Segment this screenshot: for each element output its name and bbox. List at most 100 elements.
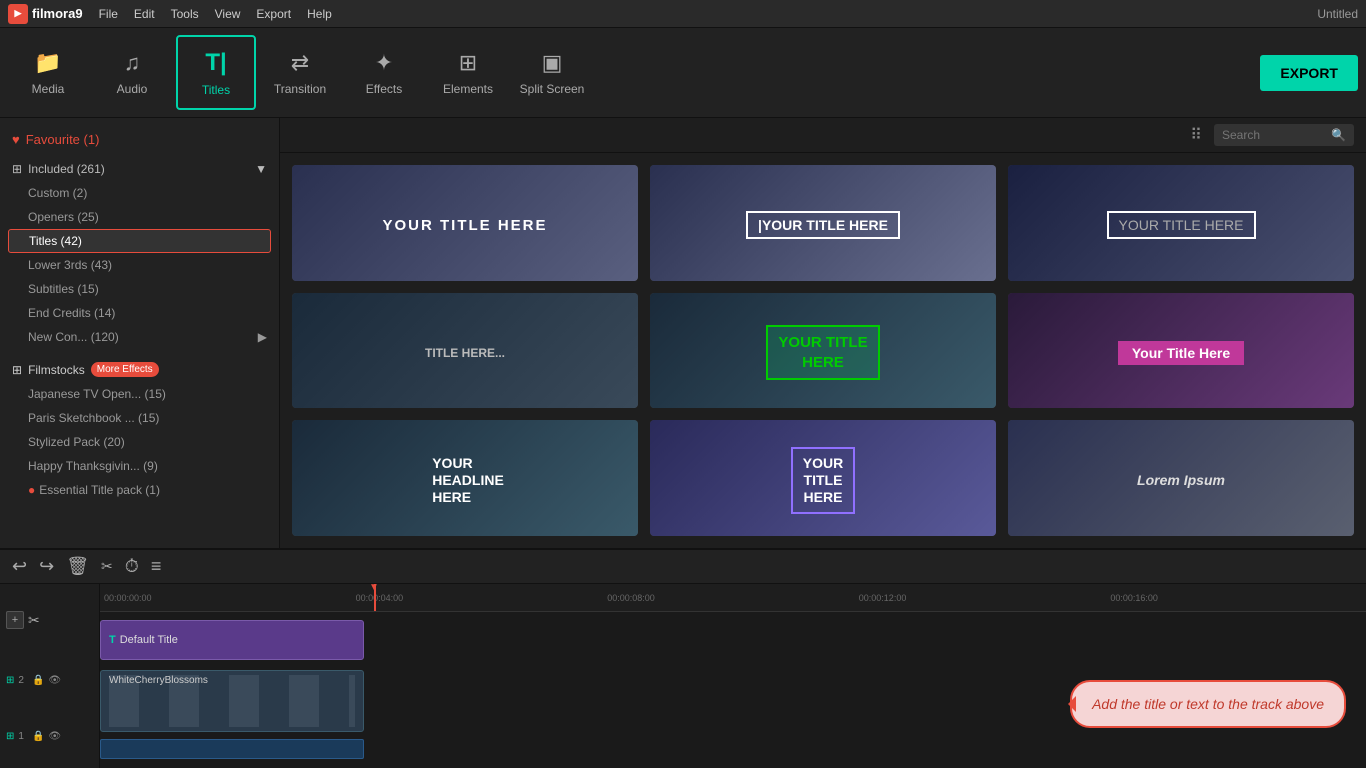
track1-lock-icon[interactable]: 🔒 — [32, 731, 44, 742]
title-card-title6[interactable]: YOUR HEADLINE HERE Title 6 — [292, 420, 638, 536]
logo-icon: ▶ — [8, 4, 28, 24]
audio-bar — [100, 739, 364, 759]
track-row-2: T Default Title — [100, 616, 1366, 664]
track-row-audio — [100, 738, 1366, 760]
title-card-title8[interactable]: Lorem Ipsum Title 8 — [1008, 420, 1354, 536]
title-thumb-title5: Your Title Here — [1008, 293, 1354, 409]
sidebar-item-titles[interactable]: Titles (42) — [8, 229, 271, 253]
tooltip-text: Add the title or text to the track above — [1092, 696, 1324, 712]
track-labels: + ✂ ⊞ 2 🔒 👁 ⊞ 1 🔒 👁 — [0, 584, 100, 768]
title-clip-name: Default Title — [120, 634, 178, 646]
sidebar-item-endcredits[interactable]: End Credits (14) — [0, 301, 279, 325]
menu-help[interactable]: Help — [307, 7, 332, 21]
app-logo: ▶ filmora9 — [8, 4, 83, 24]
sidebar-item-newcon[interactable]: New Con... (120) ▶ — [0, 325, 279, 349]
menu-tools[interactable]: Tools — [171, 7, 199, 21]
toolbar-media-label: Media — [32, 82, 65, 96]
sidebar-item-stylized[interactable]: Stylized Pack (20) — [0, 430, 279, 454]
timer-button[interactable]: ⏱ — [125, 556, 139, 577]
transition-icon: ⇄ — [291, 50, 309, 76]
menu-items: File Edit Tools View Export Help — [99, 7, 332, 21]
menu-file[interactable]: File — [99, 7, 118, 21]
toolbar-effects-label: Effects — [366, 82, 402, 96]
video-clip[interactable]: WhiteCherryBlossoms — [100, 670, 364, 732]
sidebar-item-essential[interactable]: ● Essential Title pack (1) — [0, 478, 279, 502]
time-ruler: 00:00:00:00 00:00:04:00 00:00:08:00 00:0… — [100, 584, 1366, 612]
sidebar-item-happy[interactable]: Happy Thanksgivin... (9) — [0, 454, 279, 478]
track1-icon: ⊞ — [6, 731, 14, 742]
title-card-title5[interactable]: Your Title Here Title 5 — [1008, 293, 1354, 409]
track1-eye-icon[interactable]: 👁 — [48, 731, 61, 742]
sidebar-item-japanese[interactable]: Japanese TV Open... (15) — [0, 382, 279, 406]
included-title: ⊞ Included (261) — [12, 162, 105, 176]
add-track-button[interactable]: + — [6, 611, 24, 629]
playhead[interactable] — [374, 584, 376, 611]
title-card-title3[interactable]: TITLE HERE... Title 3 — [292, 293, 638, 409]
toolbar-splitscreen[interactable]: ▣ Split Screen — [512, 35, 592, 110]
search-icon: 🔍 — [1331, 128, 1346, 142]
menu-edit[interactable]: Edit — [134, 7, 155, 21]
track2-eye-icon[interactable]: 👁 — [48, 675, 61, 686]
toolbar-audio-label: Audio — [117, 82, 148, 96]
ruler-mark-0: 00:00:00:00 — [104, 593, 356, 603]
toolbar-media[interactable]: 📁 Media — [8, 35, 88, 110]
sidebar-item-custom[interactable]: Custom (2) — [0, 181, 279, 205]
sidebar-item-paris[interactable]: Paris Sketchbook ... (15) — [0, 406, 279, 430]
toolbar-titles[interactable]: T| Titles — [176, 35, 256, 110]
timeline-area: ↩ ↪ 🗑 ✂ ⏱ ≡ + ✂ ⊞ 2 🔒 👁 ⊞ 1 🔒 👁 — [0, 548, 1366, 768]
search-input[interactable] — [1222, 128, 1325, 142]
toolbar-transition[interactable]: ⇄ Transition — [260, 35, 340, 110]
sidebar-item-subtitles[interactable]: Subtitles (15) — [0, 277, 279, 301]
scissors-tool-icon[interactable]: ✂ — [28, 612, 40, 629]
menu-view[interactable]: View — [215, 7, 241, 21]
settings-button[interactable]: ≡ — [151, 556, 162, 577]
track-label-2: ⊞ 2 🔒 👁 — [0, 671, 99, 690]
cut-button[interactable]: ✂ — [101, 558, 113, 575]
chevron-down-icon: ▼ — [255, 162, 267, 176]
included-label: Included (261) — [28, 162, 105, 176]
effects-icon: ✦ — [375, 50, 393, 76]
sidebar-item-openers[interactable]: Openers (25) — [0, 205, 279, 229]
delete-button[interactable]: 🗑 — [66, 556, 89, 577]
title-card-default[interactable]: YOUR TITLE HERE Default Title — [292, 165, 638, 281]
title-card-title4[interactable]: YOUR TITLE HERE Title 4 — [650, 293, 996, 409]
toolbar-elements[interactable]: ⊞ Elements — [428, 35, 508, 110]
toolbar: 📁 Media ♫ Audio T| Titles ⇄ Transition ✦… — [0, 28, 1366, 118]
undo-button[interactable]: ↩ — [12, 556, 27, 577]
favourite-bar[interactable]: ♥ Favourite (1) — [0, 126, 279, 157]
toolbar-titles-label: Titles — [202, 83, 230, 97]
timeline-content: + ✂ ⊞ 2 🔒 👁 ⊞ 1 🔒 👁 00:00:00:00 — [0, 584, 1366, 768]
title-card-title2[interactable]: YOUR TITLE HERE Title 2 — [1008, 165, 1354, 281]
toolbar-effects[interactable]: ✦ Effects — [344, 35, 424, 110]
toolbar-audio[interactable]: ♫ Audio — [92, 35, 172, 110]
grid-view-toggle[interactable]: ⠿ — [1190, 125, 1202, 145]
menu-export[interactable]: Export — [256, 7, 291, 21]
title-thumb-title4: YOUR TITLE HERE — [650, 293, 996, 409]
title-thumb-default: YOUR TITLE HERE — [292, 165, 638, 281]
track2-lock-icon[interactable]: 🔒 — [32, 675, 44, 686]
toolbar-transition-label: Transition — [274, 82, 326, 96]
more-effects-badge[interactable]: More Effects — [91, 362, 159, 377]
title-clip-icon: T — [109, 634, 116, 646]
ruler-mark-2: 00:00:08:00 — [607, 593, 859, 603]
chevron-right-icon: ▶ — [258, 330, 267, 344]
sidebar-item-lower3rds[interactable]: Lower 3rds (43) — [0, 253, 279, 277]
search-bar: ⠿ 🔍 — [280, 118, 1366, 153]
title-card-title7[interactable]: YOUR TITLE HERE Title 7 — [650, 420, 996, 536]
media-icon: 📁 — [34, 50, 61, 76]
title-card-title1[interactable]: |YOUR TITLE HERE Title 1 — [650, 165, 996, 281]
track2-number: 2 — [18, 675, 24, 686]
track-label-1: ⊞ 1 🔒 👁 — [0, 727, 99, 746]
app-name: filmora9 — [32, 6, 83, 21]
track2-icon: ⊞ — [6, 675, 14, 686]
included-section[interactable]: ⊞ Included (261) ▼ — [0, 157, 279, 181]
window-title: Untitled — [1317, 7, 1358, 21]
content-panel: ⠿ 🔍 YOUR TITLE HERE Default Title |YOUR … — [280, 118, 1366, 548]
favourite-label: Favourite (1) — [26, 132, 100, 147]
titles-icon: T| — [205, 49, 226, 77]
heart-icon: ♥ — [12, 132, 20, 147]
export-button[interactable]: EXPORT — [1260, 55, 1358, 91]
title-clip[interactable]: T Default Title — [100, 620, 364, 660]
video-clip-thumb: WhiteCherryBlossoms — [109, 675, 355, 727]
redo-button[interactable]: ↪ — [39, 556, 54, 577]
